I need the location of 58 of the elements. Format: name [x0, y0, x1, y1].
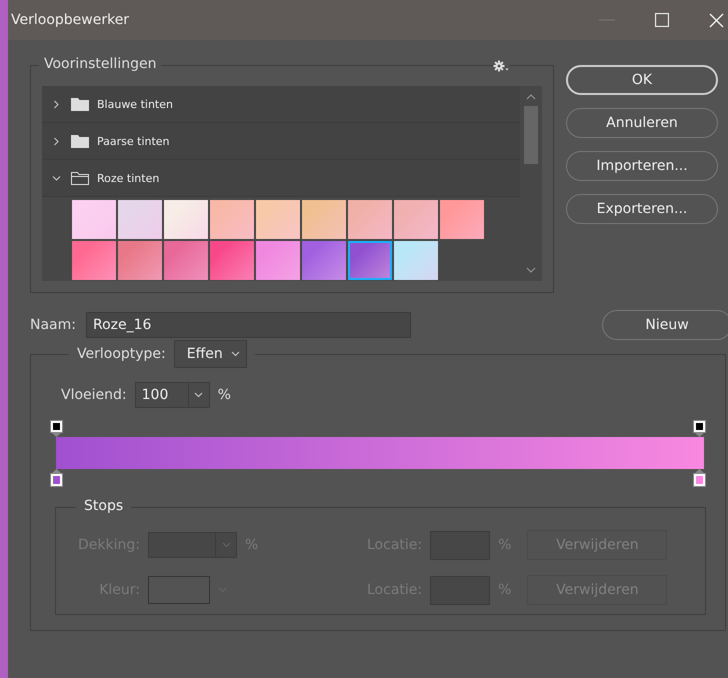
- name-field[interactable]: Roze_16: [86, 312, 411, 338]
- name-label: Naam:: [30, 317, 76, 333]
- gradient-swatch[interactable]: [210, 241, 254, 280]
- chevron-right-icon: [52, 100, 61, 108]
- gradient-swatch[interactable]: [302, 241, 346, 280]
- scrollbar-thumb[interactable]: [524, 106, 538, 164]
- opacity-stop-icon[interactable]: [693, 420, 706, 437]
- gradient-type-dropdown[interactable]: Effen: [174, 340, 247, 368]
- chevron-up-icon[interactable]: [526, 94, 536, 100]
- gear-icon[interactable]: [493, 60, 509, 72]
- dialog-button[interactable]: OK: [566, 65, 718, 95]
- gradient-swatch[interactable]: [302, 200, 346, 239]
- gradient-type-label: Verlooptype:: [77, 346, 166, 362]
- preset-folder[interactable]: Roze tinten: [42, 160, 520, 197]
- gradient-swatch[interactable]: [210, 200, 254, 239]
- smoothness-label: Vloeiend:: [61, 387, 127, 403]
- maximize-icon[interactable]: [655, 13, 669, 27]
- chevron-down-icon: [52, 174, 61, 182]
- chevron-right-icon: [52, 136, 61, 146]
- chevron-down-icon: [230, 351, 240, 357]
- gradient-swatch[interactable]: [394, 200, 438, 239]
- gradient-swatch[interactable]: [256, 200, 300, 239]
- gradient-swatch[interactable]: [394, 241, 438, 280]
- gradient-swatch[interactable]: [164, 200, 208, 239]
- stops-title: Stops: [76, 498, 132, 514]
- percent-label: %: [245, 537, 258, 553]
- percent-label: %: [218, 387, 231, 403]
- gradient-swatch[interactable]: [72, 241, 116, 280]
- gradient-swatch[interactable]: [118, 241, 162, 280]
- gradient-swatch[interactable]: [118, 200, 162, 239]
- presets-title: Voorinstellingen: [39, 56, 162, 72]
- gradient-swatch[interactable]: [348, 200, 392, 239]
- folder-icon: [71, 98, 89, 110]
- chevron-down-icon: [194, 392, 204, 398]
- preset-folder[interactable]: Paarse tinten: [42, 123, 520, 160]
- gradient-swatch[interactable]: [348, 241, 392, 280]
- new-button[interactable]: Nieuw: [602, 310, 728, 340]
- color-stop-icon[interactable]: [693, 469, 706, 487]
- gradient-swatch[interactable]: [164, 241, 208, 280]
- smoothness-field[interactable]: 100: [134, 382, 210, 408]
- percent-label: %: [498, 582, 512, 598]
- dialog-button[interactable]: Annuleren: [566, 108, 718, 138]
- opacity-stop-icon[interactable]: [50, 420, 63, 437]
- color-stop-icon[interactable]: [50, 469, 63, 487]
- dialog-button[interactable]: Importeren...: [566, 151, 718, 181]
- window-title: Verloopbewerker: [11, 12, 130, 28]
- percent-label: %: [498, 537, 512, 553]
- gradient-swatch[interactable]: [256, 241, 300, 280]
- close-icon[interactable]: [709, 12, 724, 28]
- gradient-swatch[interactable]: [440, 200, 484, 239]
- chevron-down-icon: [222, 542, 230, 548]
- gradient-swatch[interactable]: [72, 200, 116, 239]
- chevron-down-icon[interactable]: [526, 267, 536, 273]
- folder-icon: [71, 172, 89, 184]
- dialog-button[interactable]: Exporteren...: [566, 194, 718, 224]
- minimize-icon[interactable]: [599, 19, 615, 21]
- preset-folder[interactable]: Blauwe tinten: [42, 86, 520, 123]
- folder-icon: [71, 134, 89, 148]
